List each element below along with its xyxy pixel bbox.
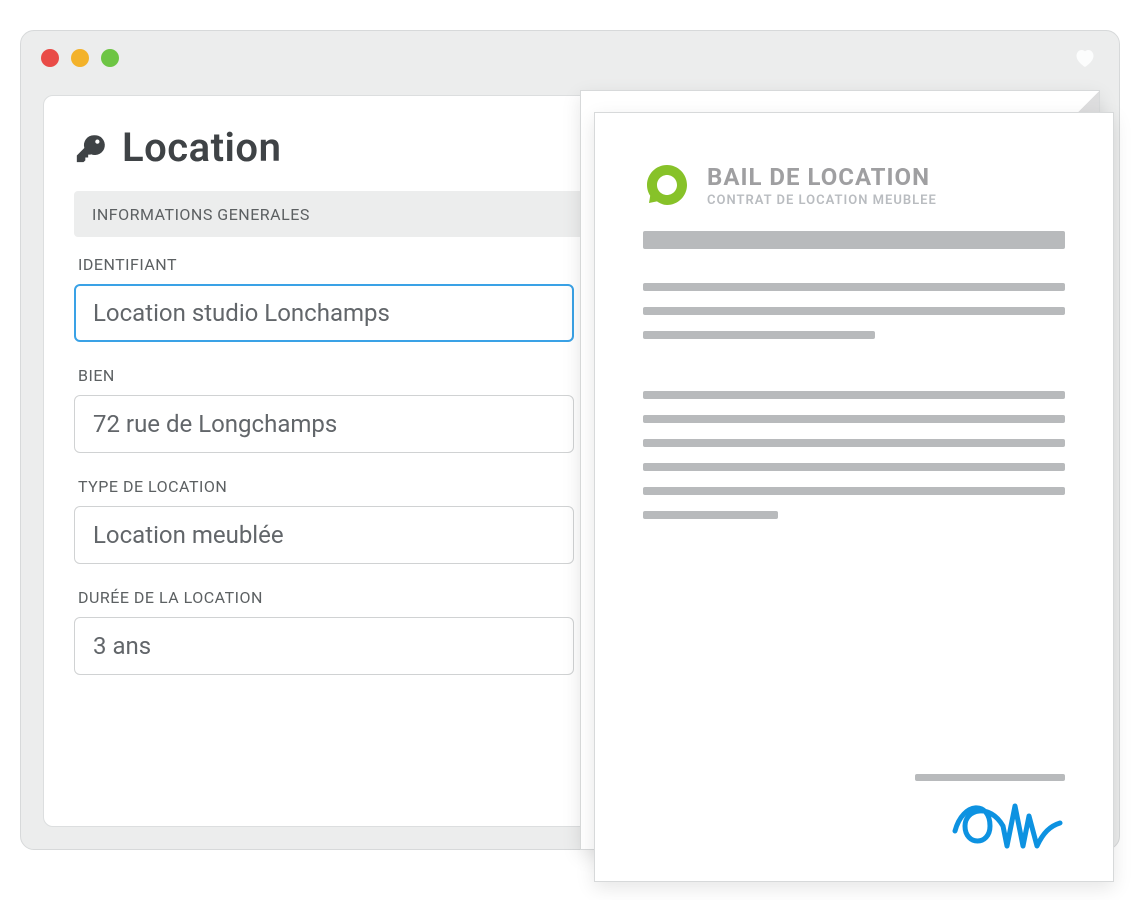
window-titlebar bbox=[21, 31, 1119, 85]
text-line bbox=[643, 463, 1065, 471]
text-line bbox=[643, 331, 875, 339]
key-icon bbox=[74, 131, 108, 165]
signature-line bbox=[915, 774, 1065, 781]
favorite-icon[interactable] bbox=[1071, 46, 1099, 70]
document-title-block: BAIL DE LOCATION CONTRAT DE LOCATION MEU… bbox=[707, 163, 937, 208]
identifiant-input[interactable] bbox=[74, 284, 574, 342]
signature-icon bbox=[945, 791, 1065, 851]
text-line bbox=[643, 307, 1065, 315]
text-line bbox=[643, 283, 1065, 291]
logo-icon bbox=[643, 161, 691, 209]
signature-block bbox=[915, 774, 1065, 851]
text-line bbox=[643, 511, 778, 519]
document-paragraph-2 bbox=[643, 391, 1065, 535]
document-placeholder-bar bbox=[643, 231, 1065, 249]
document-paragraph-1 bbox=[643, 283, 1065, 355]
document-title: BAIL DE LOCATION bbox=[707, 163, 937, 191]
text-line bbox=[643, 439, 1065, 447]
minimize-window-button[interactable] bbox=[71, 49, 89, 67]
document-subtitle: CONTRAT DE LOCATION MEUBLEE bbox=[707, 193, 937, 208]
document-header: BAIL DE LOCATION CONTRAT DE LOCATION MEU… bbox=[643, 161, 1065, 209]
text-line bbox=[643, 391, 1065, 399]
type-location-input[interactable] bbox=[74, 506, 574, 564]
bien-input[interactable] bbox=[74, 395, 574, 453]
duree-input[interactable] bbox=[74, 617, 574, 675]
text-line bbox=[643, 487, 1065, 495]
document-preview: BAIL DE LOCATION CONTRAT DE LOCATION MEU… bbox=[580, 90, 1120, 880]
document-front-page: BAIL DE LOCATION CONTRAT DE LOCATION MEU… bbox=[594, 112, 1114, 882]
text-line bbox=[643, 415, 1065, 423]
page-title: Location bbox=[122, 124, 281, 171]
traffic-lights bbox=[41, 49, 119, 67]
maximize-window-button[interactable] bbox=[101, 49, 119, 67]
close-window-button[interactable] bbox=[41, 49, 59, 67]
